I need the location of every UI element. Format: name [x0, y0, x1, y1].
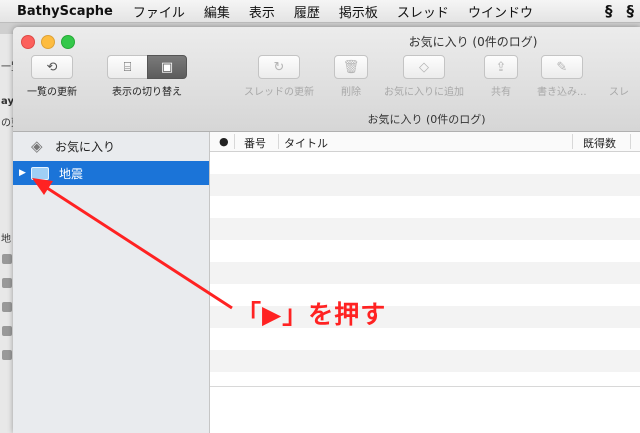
overflow-label: スレ — [609, 87, 629, 98]
refresh-thread-button[interactable]: ↻ — [258, 55, 300, 79]
refresh-thread-tool[interactable]: ↻ スレッドの更新 — [244, 55, 314, 98]
thread-list[interactable]: ● 番号 タイトル 既得数 — [210, 132, 640, 433]
inbox-icon: ▣ — [160, 59, 174, 75]
delete-tool[interactable]: 🗑 削除 — [334, 55, 368, 98]
menu-edit[interactable]: 編集 — [204, 2, 230, 21]
view-mode-thread-button[interactable]: ▣ — [147, 55, 187, 79]
window-titlebar[interactable]: お気に入り (0件のログ) ⟲ 一覧の更新 ⌸ ▣ 表示の切り替え ↻ スレッド — [13, 27, 640, 132]
table-row — [210, 240, 640, 262]
write-tool[interactable]: ✎ 書き込み... — [537, 55, 587, 98]
table-row — [210, 174, 640, 196]
column-divider — [234, 134, 235, 149]
tray-icon: ⌸ — [123, 59, 132, 75]
sidebar-item-earthquake-folder[interactable]: ▶ 地震 — [13, 161, 209, 185]
reload-list-label: 一覧の更新 — [27, 87, 77, 98]
toggle-view-tool[interactable]: ⌸ ▣ 表示の切り替え — [107, 55, 187, 98]
column-header-title[interactable]: タイトル — [284, 135, 328, 151]
folder-icon — [31, 166, 49, 180]
column-divider — [630, 134, 631, 149]
menu-file[interactable]: ファイル — [133, 2, 185, 21]
sidebar-item-label: お気に入り — [55, 139, 116, 154]
sidebar-item-favorites[interactable]: ◈ お気に入り — [13, 134, 209, 158]
tag-icon: ◈ — [31, 137, 43, 155]
main-window: お気に入り (0件のログ) ⟲ 一覧の更新 ⌸ ▣ 表示の切り替え ↻ スレッド — [13, 27, 640, 433]
table-row — [210, 196, 640, 218]
thread-list-subtitle: お気に入り (0件のログ) — [367, 113, 486, 126]
menu-app-name[interactable]: BathyScaphe — [17, 4, 113, 19]
view-toggle-segmented[interactable]: ⌸ ▣ — [107, 55, 187, 79]
window-title: お気に入り (0件のログ) — [408, 35, 538, 49]
table-row — [210, 218, 640, 240]
write-button[interactable]: ✎ — [540, 55, 583, 79]
bg-window-row-icon — [2, 326, 12, 336]
share-label: 共有 — [491, 87, 511, 98]
tag-plus-icon: ◇ — [419, 59, 429, 75]
table-row — [210, 350, 640, 372]
write-label: 書き込み... — [537, 87, 587, 98]
table-row — [210, 152, 640, 174]
thread-preview-area — [210, 386, 640, 433]
reload-list-tool[interactable]: ⟲ 一覧の更新 — [27, 55, 77, 98]
table-row — [210, 328, 640, 350]
menu-window[interactable]: ウインドウ — [468, 2, 533, 21]
column-header-count[interactable]: 既得数 — [583, 135, 616, 151]
thread-list-rows — [210, 152, 640, 392]
script-menu-icon[interactable]: § — [605, 2, 613, 20]
bg-window-row-icon — [2, 302, 12, 312]
menu-board[interactable]: 掲示板 — [339, 2, 378, 21]
column-header-status[interactable]: ● — [219, 135, 229, 148]
column-divider — [278, 134, 279, 149]
share-icon: ⇪ — [495, 59, 507, 75]
view-mode-list-button[interactable]: ⌸ — [107, 55, 147, 79]
reload-list-button[interactable]: ⟲ — [31, 55, 73, 79]
share-tool[interactable]: ⇪ 共有 — [484, 55, 518, 98]
minimize-button[interactable] — [41, 35, 55, 49]
overflow-tool[interactable]: スレ — [609, 55, 629, 98]
share-button[interactable]: ⇪ — [484, 55, 518, 79]
menu-view[interactable]: 表示 — [249, 2, 275, 21]
disclosure-triangle-icon[interactable]: ▶ — [19, 168, 31, 178]
zoom-button[interactable] — [61, 35, 75, 49]
bg-window-row-icon — [2, 278, 12, 288]
delete-button[interactable]: 🗑 — [334, 55, 368, 79]
instruction-annotation: 「▶」を押す — [236, 300, 387, 329]
bg-window-row-icon — [2, 350, 12, 360]
reload-list-icon: ⟲ — [46, 59, 58, 75]
column-divider — [572, 134, 573, 149]
table-row — [210, 262, 640, 284]
pencil-icon: ✎ — [556, 59, 568, 75]
add-favorite-button[interactable]: ◇ — [403, 55, 445, 79]
board-sidebar[interactable]: ◈ お気に入り ▶ 地震 — [13, 132, 210, 433]
toggle-view-label: 表示の切り替え — [112, 87, 182, 98]
close-button[interactable] — [21, 35, 35, 49]
trash-icon: 🗑 — [342, 59, 360, 75]
column-header-number[interactable]: 番号 — [244, 135, 266, 151]
bg-window-fragment: 地 — [1, 234, 11, 245]
thread-list-header: ● 番号 タイトル 既得数 — [210, 132, 640, 152]
menu-history[interactable]: 履歴 — [294, 2, 320, 21]
extra-menu-icon[interactable]: § — [627, 2, 635, 20]
bg-window-row-icon — [2, 254, 12, 264]
refresh-icon: ↻ — [273, 59, 285, 75]
menu-thread[interactable]: スレッド — [397, 2, 449, 21]
add-favorite-tool[interactable]: ◇ お気に入りに追加 — [384, 55, 464, 98]
refresh-thread-label: スレッドの更新 — [244, 87, 314, 98]
menu-bar: BathyScaphe ファイル 編集 表示 履歴 掲示板 スレッド ウインドウ… — [0, 0, 640, 23]
add-favorite-label: お気に入りに追加 — [384, 87, 464, 98]
sidebar-item-label: 地震 — [59, 166, 84, 181]
delete-label: 削除 — [341, 87, 361, 98]
